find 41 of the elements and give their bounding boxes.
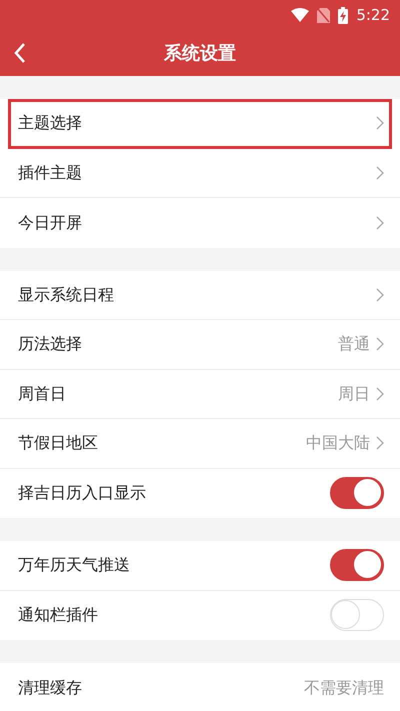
chevron-icon xyxy=(376,288,384,302)
no-sim-icon xyxy=(317,8,330,22)
chevron-icon xyxy=(376,436,384,450)
settings-row[interactable]: 清理缓存 不需要清理 xyxy=(0,663,400,711)
chevron-icon xyxy=(376,116,384,130)
settings-row[interactable]: 今日开屏 xyxy=(0,198,400,248)
setting-value: 周日 xyxy=(338,382,370,405)
chevron-icon xyxy=(376,337,384,352)
settings-row[interactable]: 节假日地区 中国大陆 xyxy=(0,419,400,468)
settings-row[interactable]: 周首日 周日 xyxy=(0,370,400,419)
setting-label: 节假日地区 xyxy=(18,432,99,454)
toggle-switch[interactable] xyxy=(330,549,384,582)
settings-row[interactable]: 主题选择 xyxy=(8,99,392,148)
settings-row[interactable]: 历法选择 普通 xyxy=(0,320,400,370)
setting-label: 清理缓存 xyxy=(18,676,83,699)
settings-row[interactable]: 通知栏插件 xyxy=(0,590,400,640)
setting-label: 周首日 xyxy=(18,382,67,405)
setting-value: 不需要清理 xyxy=(304,676,384,699)
chevron-icon xyxy=(376,386,384,401)
setting-label: 显示系统日程 xyxy=(18,284,115,306)
page-title: 系统设置 xyxy=(164,42,236,66)
battery-charging-icon xyxy=(338,6,348,24)
back-icon[interactable] xyxy=(14,43,26,63)
chevron-icon xyxy=(376,166,384,180)
setting-label: 择吉日历入口显示 xyxy=(18,482,147,504)
status-time: 5:22 xyxy=(356,4,390,26)
settings-row[interactable]: 万年历天气推送 xyxy=(0,541,400,590)
setting-label: 历法选择 xyxy=(18,333,83,356)
settings-row[interactable]: 插件主题 xyxy=(0,148,400,198)
wifi-icon xyxy=(291,8,310,22)
setting-label: 主题选择 xyxy=(18,112,83,134)
setting-label: 通知栏插件 xyxy=(18,604,99,626)
setting-value: 普通 xyxy=(338,333,370,356)
setting-label: 今日开屏 xyxy=(18,212,83,234)
setting-value: 中国大陆 xyxy=(306,432,370,454)
settings-row[interactable]: 显示系统日程 xyxy=(0,270,400,320)
settings-row[interactable]: 择吉日历入口显示 xyxy=(0,468,400,518)
toggle-switch[interactable] xyxy=(330,477,384,510)
setting-label: 万年历天气推送 xyxy=(18,554,131,576)
chevron-icon xyxy=(376,216,384,230)
setting-label: 插件主题 xyxy=(18,162,83,184)
